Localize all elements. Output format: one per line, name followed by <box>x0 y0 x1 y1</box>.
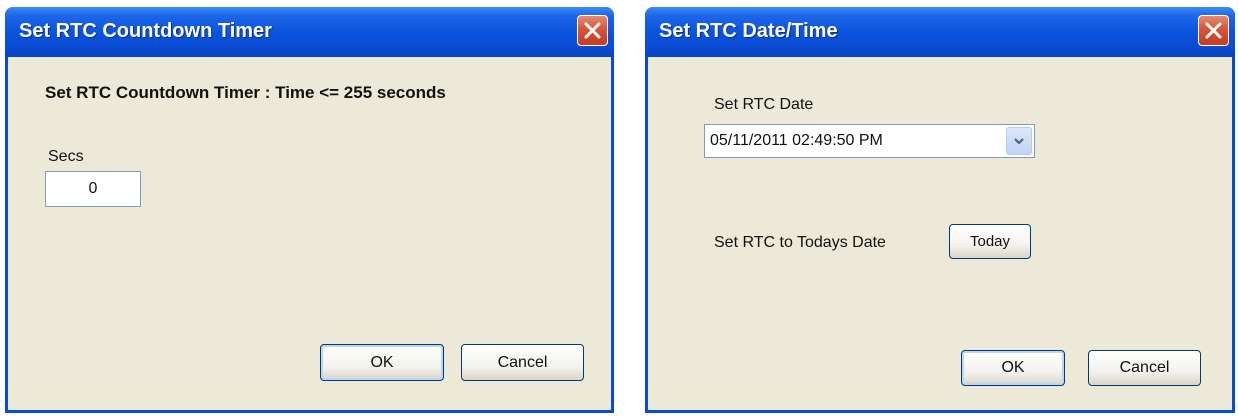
rtc-date-picker[interactable]: 05/11/2011 02:49:50 PM <box>704 124 1035 158</box>
today-button[interactable]: Today <box>949 224 1031 259</box>
secs-input[interactable]: 0 <box>45 171 141 207</box>
ok-button[interactable]: OK <box>320 344 444 381</box>
rtc-date-label: Set RTC Date <box>714 96 814 113</box>
chevron-down-icon <box>1014 138 1024 145</box>
dialog-title: Set RTC Countdown Timer <box>19 20 272 42</box>
secs-label: Secs <box>48 148 84 165</box>
cancel-button[interactable]: Cancel <box>461 344 584 381</box>
countdown-heading: Set RTC Countdown Timer : Time <= 255 se… <box>45 83 446 102</box>
title-bar[interactable]: Set RTC Date/Time <box>645 7 1235 57</box>
close-button[interactable] <box>577 15 608 46</box>
countdown-timer-dialog: Set RTC Countdown Timer Set RTC Countdow… <box>5 7 614 413</box>
close-button[interactable] <box>1198 15 1229 46</box>
close-icon <box>1205 22 1222 39</box>
today-label: Set RTC to Todays Date <box>714 234 886 251</box>
title-bar[interactable]: Set RTC Countdown Timer <box>5 7 614 57</box>
close-icon <box>584 22 601 39</box>
rtc-date-value: 05/11/2011 02:49:50 PM <box>710 132 883 149</box>
datetime-dialog: Set RTC Date/Time Set RTC Date 05/11/201… <box>645 7 1235 413</box>
dropdown-button[interactable] <box>1006 127 1032 155</box>
cancel-button[interactable]: Cancel <box>1088 350 1201 386</box>
ok-button[interactable]: OK <box>961 350 1065 386</box>
dialog-title: Set RTC Date/Time <box>659 20 838 42</box>
